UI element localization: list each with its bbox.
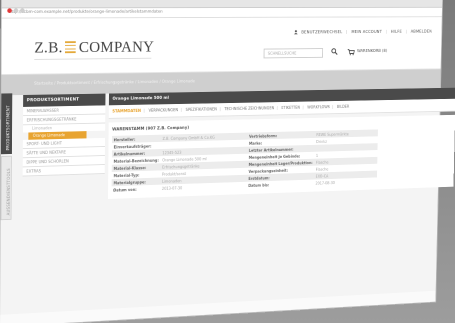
field-value: 2013-07-30 bbox=[160, 182, 247, 192]
tab-packaging[interactable]: VERPACKUNGEN bbox=[149, 108, 179, 113]
vertical-tab-label: PRODUKTSORTIMENT bbox=[6, 105, 11, 150]
nav-help[interactable]: HILFE bbox=[391, 30, 402, 34]
sidebar-item-extras[interactable]: EXTRAS bbox=[23, 165, 105, 177]
tab-technical-drawings[interactable]: TECHNISCHE ZEICHNUNGEN bbox=[224, 106, 274, 111]
tab-specifications[interactable]: SPEZIFIKATIONEN bbox=[186, 107, 217, 112]
nav-separator: | bbox=[386, 30, 387, 34]
field-label: Datum von: bbox=[112, 185, 161, 194]
panel-title: WARENSTAMM (907 Z.B. Company) bbox=[112, 120, 452, 132]
tab-workflows[interactable]: WORKFLOWS bbox=[307, 105, 330, 110]
tab-labels[interactable]: ETIKETTEN bbox=[281, 105, 300, 110]
site-header: Z.B. COMPANY BENUTZERWECHSEL | MEIN ACCOU… bbox=[1, 17, 441, 75]
logo-stripes-icon bbox=[65, 41, 76, 53]
monitor-screen: http://zcbm-com.example.net/produkte/ora… bbox=[0, 0, 442, 323]
field-value: 2017-08-30 bbox=[314, 177, 377, 186]
nav-switch-user[interactable]: BENUTZERWECHSEL bbox=[301, 31, 342, 36]
top-nav: BENUTZERWECHSEL | MEIN ACCOUNT | HILFE |… bbox=[293, 29, 432, 35]
window-controls bbox=[7, 0, 26, 17]
tab-images[interactable]: BILDER bbox=[337, 104, 349, 109]
master-data-table: Hersteller: Z.B. Company GmbH & Co.KG Vert… bbox=[112, 129, 378, 193]
close-window-button[interactable] bbox=[7, 8, 12, 13]
minimize-window-button[interactable] bbox=[14, 8, 19, 13]
tab-master-data[interactable]: STAMMDATEN bbox=[112, 108, 141, 113]
nav-separator: | bbox=[346, 31, 347, 35]
logo-text-left: Z.B. bbox=[34, 39, 62, 57]
browser-title-bar bbox=[2, 0, 442, 8]
logo-divider bbox=[34, 58, 151, 60]
user-icon bbox=[293, 30, 297, 34]
cart-link[interactable]: WARENKORB (8) bbox=[357, 49, 387, 54]
photo-backdrop: http://zcbm-com.example.net/produkte/ora… bbox=[0, 0, 455, 323]
master-data-panel: WARENSTAMM (907 Z.B. Company) Hersteller… bbox=[108, 115, 455, 199]
cart-icon[interactable] bbox=[347, 49, 354, 56]
breadcrumb[interactable]: Startseite / Produktsortiment / Erfrisch… bbox=[34, 80, 195, 87]
search-icon[interactable] bbox=[331, 48, 338, 55]
sidebar: PRODUKTSORTIMENT MINERALWASSER ERFRISCHU… bbox=[23, 94, 106, 177]
vertical-tab-product-range[interactable]: PRODUKTSORTIMENT bbox=[1, 93, 12, 154]
maximize-window-button[interactable] bbox=[20, 8, 25, 13]
vertical-tab-field-tools[interactable]: AUSSENDIENSTTOOLS bbox=[1, 156, 12, 220]
quick-search-input[interactable]: SCHNELLSUCHE bbox=[264, 48, 324, 58]
content-area: PRODUKTSORTIMENT AUSSENDIENSTTOOLS PRODU… bbox=[0, 88, 440, 315]
vertical-tab-label: AUSSENDIENSTTOOLS bbox=[6, 168, 11, 215]
main-panel: Orange Limonade 500 ml STAMMDATEN | VERPA… bbox=[108, 88, 455, 199]
nav-separator: | bbox=[406, 30, 407, 34]
field-label: Datum bis: bbox=[247, 180, 314, 189]
company-logo[interactable]: Z.B. COMPANY bbox=[34, 38, 154, 57]
nav-my-account[interactable]: MEIN ACCOUNT bbox=[351, 30, 382, 35]
nav-logout[interactable]: ABMELDEN bbox=[411, 30, 432, 34]
logo-text-right: COMPANY bbox=[79, 38, 154, 56]
